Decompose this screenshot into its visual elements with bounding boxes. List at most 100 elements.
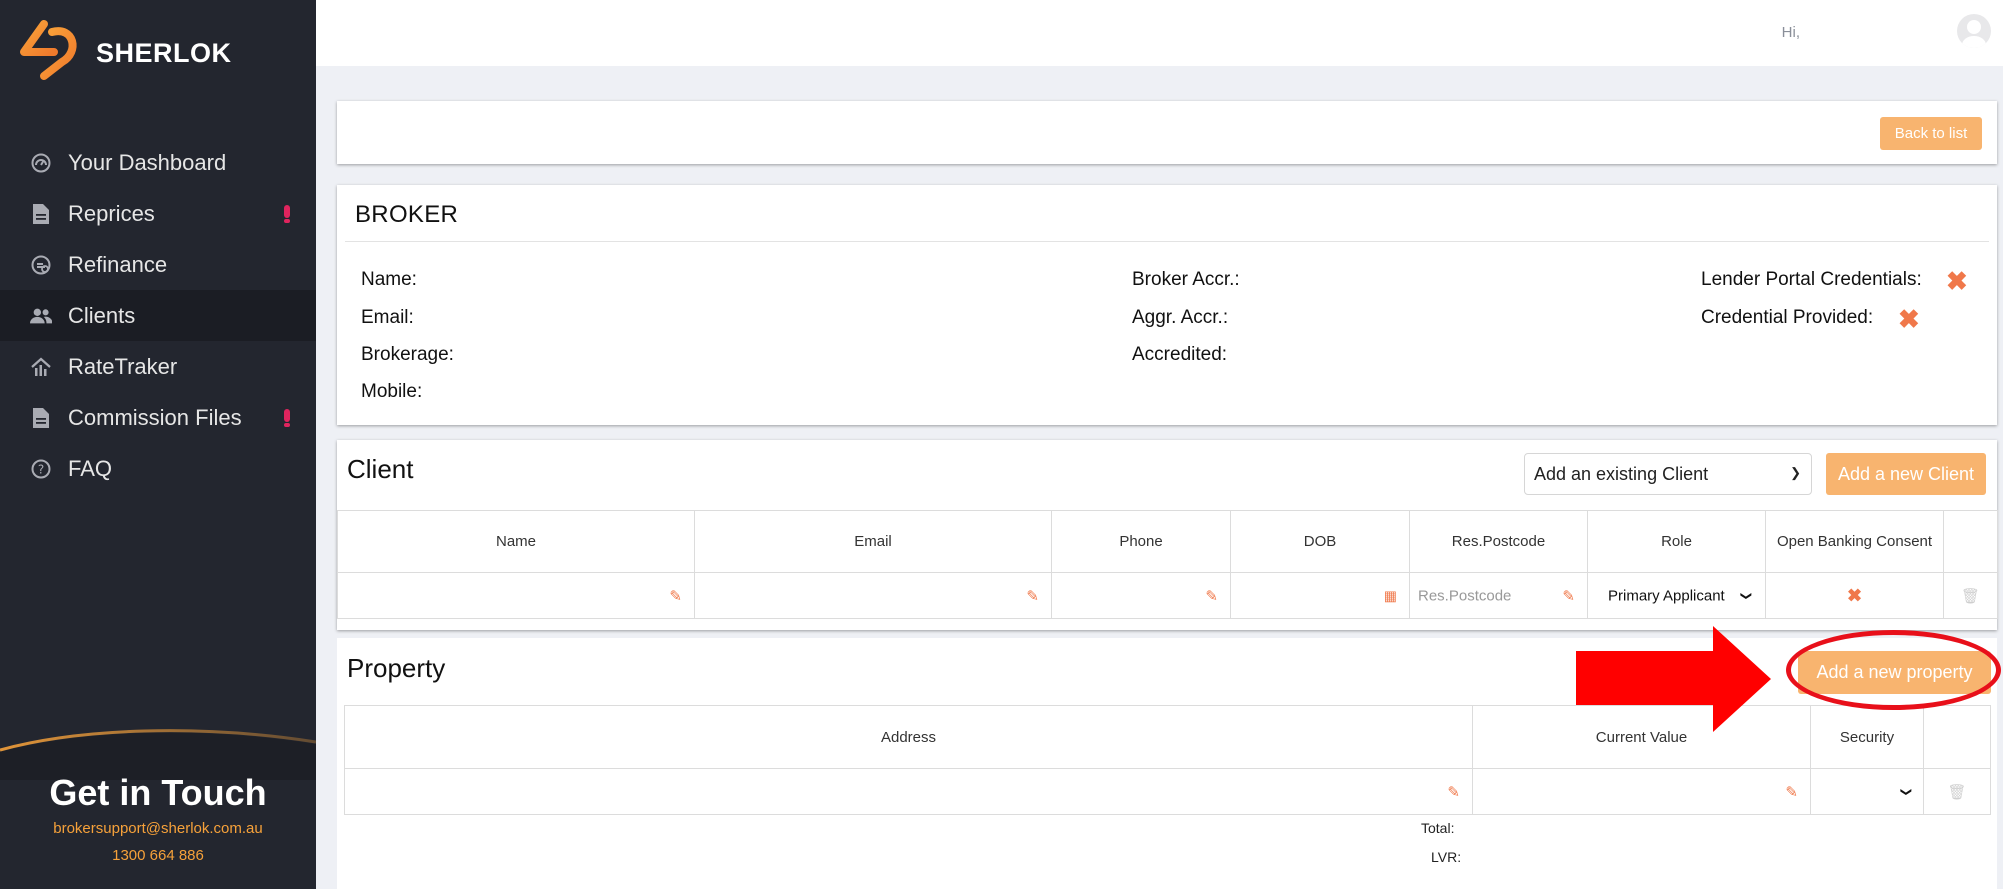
logo[interactable]: SHERLOK bbox=[14, 18, 232, 88]
property-address-cell[interactable]: ✎ bbox=[344, 768, 1473, 815]
column-header-postcode: Res.Postcode bbox=[1409, 510, 1588, 573]
postcode-placeholder: Res.Postcode bbox=[1418, 587, 1512, 604]
pencil-icon[interactable]: ✎ bbox=[669, 587, 682, 605]
accredited-label: Accredited: bbox=[1132, 344, 1228, 365]
sidebar-item-refinance[interactable]: Refinance bbox=[0, 239, 316, 290]
trash-icon[interactable]: 🗑 bbox=[1961, 587, 1980, 605]
chevron-down-icon: ❯ bbox=[1739, 590, 1752, 601]
sidebar-item-reprices[interactable]: Reprices bbox=[0, 188, 316, 239]
sidebar-item-faq[interactable]: ? FAQ bbox=[0, 443, 316, 494]
column-header-email: Email bbox=[694, 510, 1052, 573]
table-row: ✎ ✎ ❯ 🗑 bbox=[344, 768, 1991, 815]
client-card: Client Add an existing Client ❯ Add a ne… bbox=[337, 440, 1998, 630]
trash-icon[interactable]: 🗑 bbox=[1947, 783, 1966, 801]
sidebar-item-label: Refinance bbox=[68, 251, 168, 277]
broker-brokerage-label: Brokerage: bbox=[361, 344, 454, 365]
broker-mobile-label: Mobile: bbox=[361, 381, 423, 402]
lvr-label: LVR: bbox=[1431, 849, 1462, 865]
delete-cell[interactable]: 🗑 bbox=[1943, 572, 1998, 619]
column-header-name: Name bbox=[337, 510, 695, 573]
column-header-address: Address bbox=[344, 705, 1473, 769]
broker-email-label: Email: bbox=[361, 307, 414, 328]
sidebar-item-label: FAQ bbox=[68, 455, 113, 481]
column-header-open-banking: Open Banking Consent bbox=[1765, 510, 1944, 573]
svg-text:?: ? bbox=[38, 462, 44, 476]
broker-accr-label: Broker Accr.: bbox=[1132, 269, 1240, 290]
security-select[interactable]: ❯ bbox=[1810, 768, 1924, 815]
column-header-phone: Phone bbox=[1051, 510, 1231, 573]
wave-decoration bbox=[0, 729, 316, 780]
delete-cell[interactable]: 🗑 bbox=[1923, 768, 1991, 815]
property-section-title: Property bbox=[347, 653, 446, 683]
divider bbox=[345, 241, 1989, 242]
contact-phone-link[interactable]: 1300 664 886 bbox=[0, 847, 316, 864]
table-row: ✎ ✎ ✎ ▦ Res.Postcode ✎ Primary Applicant… bbox=[337, 572, 1998, 619]
calendar-icon[interactable]: ▦ bbox=[1384, 587, 1397, 604]
client-table: Name Email Phone DOB Res.Postcode Role O… bbox=[337, 510, 1998, 619]
sidebar-item-label: Reprices bbox=[68, 200, 155, 226]
credential-provided-x-icon: ✖ bbox=[1898, 304, 1920, 334]
sidebar-item-ratetraker[interactable]: RateTraker bbox=[0, 341, 316, 392]
sherlok-logo-icon bbox=[14, 18, 84, 88]
red-circle-annotation bbox=[1786, 630, 2001, 710]
top-bar: Hi, bbox=[316, 0, 2003, 66]
brand-name: SHERLOK bbox=[96, 37, 232, 68]
back-to-list-button[interactable]: Back to list bbox=[1880, 117, 1982, 150]
client-role-select[interactable]: Primary Applicant ❯ bbox=[1587, 572, 1766, 619]
sidebar: SHERLOK Your Dashboard Reprices Refinanc… bbox=[0, 0, 316, 889]
client-phone-cell[interactable]: ✎ bbox=[1051, 572, 1231, 619]
document-icon bbox=[30, 407, 52, 429]
client-dob-cell[interactable]: ▦ bbox=[1230, 572, 1410, 619]
sidebar-item-dashboard[interactable]: Your Dashboard bbox=[0, 137, 316, 188]
column-header-role: Role bbox=[1587, 510, 1766, 573]
column-header-actions bbox=[1943, 510, 1998, 573]
refinance-icon bbox=[30, 254, 52, 276]
broker-title: BROKER bbox=[355, 201, 459, 228]
pencil-icon[interactable]: ✎ bbox=[1785, 783, 1798, 801]
client-section-title: Client bbox=[347, 454, 414, 484]
chevron-down-icon: ❯ bbox=[1790, 465, 1801, 481]
aggr-accr-label: Aggr. Accr.: bbox=[1132, 307, 1229, 328]
existing-client-select-value: Add an existing Client bbox=[1534, 463, 1709, 484]
column-header-dob: DOB bbox=[1230, 510, 1410, 573]
add-new-client-button[interactable]: Add a new Client bbox=[1826, 453, 1986, 495]
broker-name-label: Name: bbox=[361, 269, 417, 290]
greeting: Hi, bbox=[1781, 24, 1800, 41]
sidebar-item-label: Your Dashboard bbox=[68, 149, 227, 175]
contact-title: Get in Touch bbox=[49, 772, 267, 813]
alert-badge bbox=[284, 205, 290, 223]
sidebar-item-commission-files[interactable]: Commission Files bbox=[0, 392, 316, 443]
client-postcode-cell[interactable]: Res.Postcode ✎ bbox=[1409, 572, 1588, 619]
chevron-down-icon: ❯ bbox=[1899, 786, 1912, 797]
property-value-cell[interactable]: ✎ bbox=[1472, 768, 1811, 815]
sidebar-item-label: RateTraker bbox=[68, 353, 178, 379]
total-label: Total: bbox=[1421, 820, 1455, 836]
existing-client-select[interactable]: Add an existing Client ❯ bbox=[1524, 453, 1812, 495]
users-icon bbox=[30, 305, 52, 327]
alert-badge bbox=[284, 409, 290, 427]
lender-portal-credentials-label: Lender Portal Credentials: bbox=[1701, 269, 1922, 290]
credential-provided-label: Credential Provided: bbox=[1701, 307, 1874, 328]
pencil-icon[interactable]: ✎ bbox=[1026, 587, 1039, 605]
sidebar-item-clients[interactable]: Clients bbox=[0, 290, 316, 341]
toolbar-card: Back to list bbox=[337, 101, 1997, 164]
red-arrow-annotation bbox=[1576, 626, 1771, 732]
sidebar-item-label: Clients bbox=[68, 302, 136, 328]
contact-email-link[interactable]: brokersupport@sherlok.com.au bbox=[0, 820, 316, 837]
pencil-icon[interactable]: ✎ bbox=[1205, 587, 1218, 605]
broker-card: BROKER Name: Email: Brokerage: Mobile: B… bbox=[337, 185, 1997, 425]
sidebar-nav: Your Dashboard Reprices Refinance Client… bbox=[0, 137, 316, 494]
column-header-actions bbox=[1923, 705, 1991, 769]
client-email-cell[interactable]: ✎ bbox=[694, 572, 1052, 619]
house-chart-icon bbox=[30, 356, 52, 378]
pencil-icon[interactable]: ✎ bbox=[1562, 587, 1575, 605]
x-icon: ✖ bbox=[1846, 585, 1863, 605]
client-name-cell[interactable]: ✎ bbox=[337, 572, 695, 619]
dashboard-icon bbox=[30, 152, 52, 174]
avatar[interactable] bbox=[1957, 14, 1991, 48]
column-header-security: Security bbox=[1810, 705, 1924, 769]
question-icon: ? bbox=[30, 458, 52, 480]
contact-panel: Get in Touch brokersupport@sherlok.com.a… bbox=[0, 720, 316, 889]
pencil-icon[interactable]: ✎ bbox=[1447, 783, 1460, 801]
document-icon bbox=[30, 203, 52, 225]
